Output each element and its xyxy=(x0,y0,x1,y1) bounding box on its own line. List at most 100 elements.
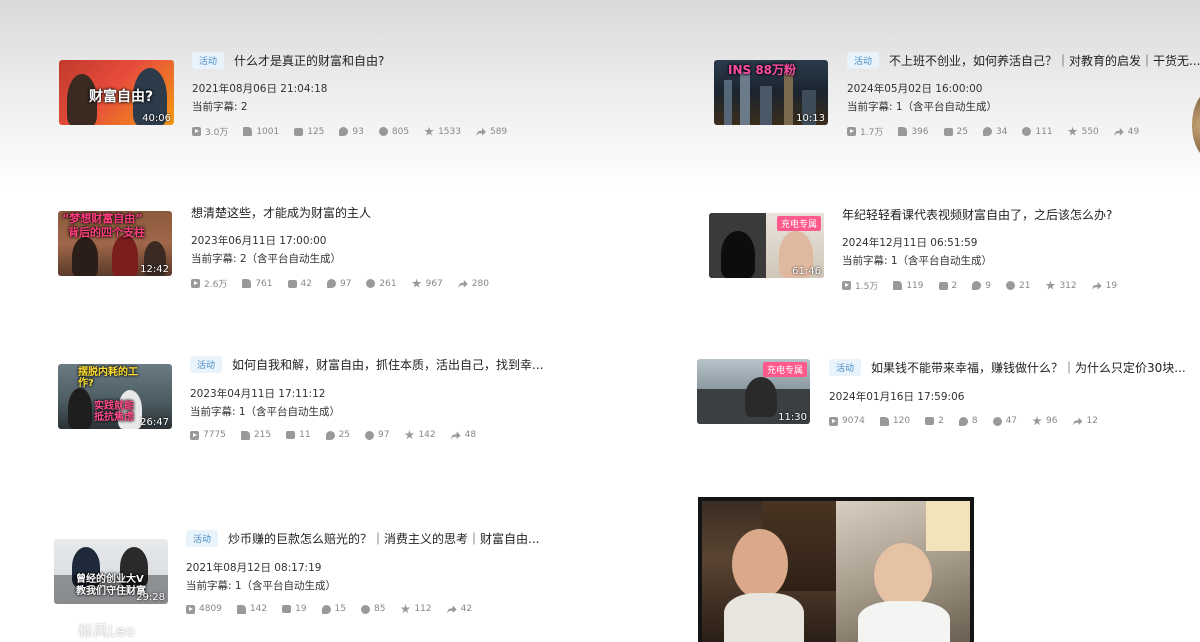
video-thumbnail[interactable]: 摆脱内耗的工作? 实践就能 抵抗焦虑 26:47 xyxy=(58,364,172,429)
danmaku-stat: 19 xyxy=(282,604,307,614)
video-call-overlay[interactable] xyxy=(698,497,974,642)
favorites-stat: 312 xyxy=(1045,280,1077,291)
video-title[interactable]: 什么才是真正的财富和自由? xyxy=(234,52,384,69)
share-icon xyxy=(446,605,457,614)
publish-date: 2023年06月11日 17:00:00 xyxy=(191,235,327,247)
views-stat: 9074 xyxy=(829,416,865,426)
shares-stat: 49 xyxy=(1113,127,1139,137)
favorite-icon xyxy=(1067,126,1078,136)
subtitle-count: 当前字幕: 2 xyxy=(192,101,248,113)
activity-tag: 活动 xyxy=(847,52,880,69)
coin-icon xyxy=(378,127,388,136)
favorite-icon xyxy=(404,430,415,440)
danmaku-icon xyxy=(286,431,296,439)
play-count-icon xyxy=(829,416,838,426)
danmaku-stat: 2 xyxy=(938,281,957,291)
charge-exclusive-badge: 充电专属 xyxy=(776,216,821,231)
comment-icon xyxy=(958,416,968,426)
views-stat: 3.0万 xyxy=(192,125,228,138)
views-stat: 1.7万 xyxy=(847,125,883,138)
comments-stat: 8 xyxy=(958,416,978,426)
video-title[interactable]: 年纪轻轻看课代表视频财富自由了，之后该怎么办? xyxy=(842,206,1112,223)
favorite-icon xyxy=(411,278,422,288)
video-thumbnail[interactable]: 充电专属 61:46 xyxy=(709,213,824,278)
video-thumbnail[interactable]: 财富自由? 40:06 xyxy=(59,60,174,125)
coins-stat: 85 xyxy=(361,604,385,614)
video-duration: 10:13 xyxy=(796,113,825,124)
activity-tag: 活动 xyxy=(186,530,219,547)
publish-date: 2024年01月16日 17:59:06 xyxy=(829,391,965,403)
video-duration: 12:42 xyxy=(140,264,169,275)
activity-tag: 活动 xyxy=(829,359,862,376)
video-title[interactable]: 如何自我和解，财富自由，抓住本质，活出自己，找到幸... xyxy=(232,356,543,373)
coins-stat: 21 xyxy=(1005,281,1030,291)
likes-stat: 1001 xyxy=(243,127,279,137)
coin-icon xyxy=(366,279,376,288)
coin-icon xyxy=(992,416,1002,426)
subtitle-count: 当前字幕: 1（含平台自动生成） xyxy=(190,406,341,418)
play-count-icon xyxy=(847,127,856,136)
coin-icon xyxy=(1005,281,1015,290)
favorites-stat: 1533 xyxy=(424,126,461,137)
shares-stat: 12 xyxy=(1072,416,1098,426)
participant-left xyxy=(732,529,788,599)
danmaku-icon xyxy=(943,127,953,136)
share-icon xyxy=(1113,127,1124,136)
likes-stat: 761 xyxy=(242,279,273,289)
share-icon xyxy=(450,431,461,440)
video-thumbnail[interactable]: 曾经的创业大V 教我们守住财富 29:28 xyxy=(54,539,168,604)
likes-stat: 396 xyxy=(898,127,929,137)
danmaku-stat: 2 xyxy=(925,416,944,426)
danmaku-stat: 125 xyxy=(294,127,324,137)
favorites-stat: 142 xyxy=(404,430,436,440)
shares-stat: 589 xyxy=(475,127,507,137)
danmaku-icon xyxy=(287,279,297,288)
share-icon xyxy=(1091,281,1102,290)
thumbnail-caption: INS 88万粉 xyxy=(728,63,797,77)
shares-stat: 42 xyxy=(446,604,472,614)
favorite-icon xyxy=(424,126,434,136)
coin-icon xyxy=(365,430,374,440)
video-thumbnail[interactable]: “梦想财富自由” 背后的四个支柱 12:42 xyxy=(58,211,172,276)
comment-icon xyxy=(339,127,349,136)
video-call-pane-right xyxy=(836,501,970,642)
activity-tag: 活动 xyxy=(192,52,225,69)
subtitle-count: 当前字幕: 2（含平台自动生成） xyxy=(191,253,342,265)
play-count-icon xyxy=(842,281,851,290)
video-title[interactable]: 想清楚这些，才能成为财富的主人 xyxy=(191,204,371,221)
favorite-icon xyxy=(400,604,411,614)
shares-stat: 19 xyxy=(1091,281,1117,291)
thumbnail-caption: “梦想财富自由” xyxy=(62,212,143,225)
likes-stat: 119 xyxy=(893,281,924,291)
publish-date: 2024年12月11日 06:51:59 xyxy=(842,237,978,249)
coins-stat: 805 xyxy=(378,127,409,137)
publish-date: 2021年08月06日 21:04:18 xyxy=(192,83,328,95)
video-thumbnail[interactable]: 充电专属 11:30 xyxy=(697,359,810,424)
watermark: 标风Leo xyxy=(78,622,135,640)
comment-icon xyxy=(326,279,336,288)
coins-stat: 111 xyxy=(1022,127,1053,137)
thumbnail-caption: 摆脱内耗的工作? xyxy=(78,367,138,389)
video-duration: 11:30 xyxy=(778,412,807,423)
share-icon xyxy=(475,127,486,136)
danmaku-icon xyxy=(938,281,948,290)
video-title[interactable]: 不上班不创业，如何养活自己？｜对教育的启发｜干货无... xyxy=(889,52,1200,69)
comment-icon xyxy=(325,430,335,440)
comment-icon xyxy=(321,604,331,614)
thumbnail-caption: 曾经的创业大V xyxy=(76,574,144,585)
publish-date: 2021年08月12日 08:17:19 xyxy=(186,562,322,574)
subtitle-count: 当前字幕: 1（含平台自动生成） xyxy=(842,255,993,267)
charge-exclusive-badge: 充电专属 xyxy=(762,362,807,377)
video-title[interactable]: 如果钱不能带来幸福，赚钱做什么？｜为什么只定价30块... xyxy=(871,359,1186,376)
video-duration: 61:46 xyxy=(792,266,821,277)
share-icon xyxy=(1072,417,1083,426)
danmaku-stat: 11 xyxy=(286,430,311,440)
play-count-icon xyxy=(186,604,195,614)
video-duration: 40:06 xyxy=(142,113,171,124)
video-title[interactable]: 炒币赚的巨款怎么赔光的？｜消费主义的思考｜财富自由... xyxy=(228,530,539,547)
video-thumbnail[interactable]: INS 88万粉 10:13 xyxy=(714,60,828,125)
likes-stat: 120 xyxy=(879,416,910,426)
coins-stat: 97 xyxy=(365,430,389,440)
shares-stat: 280 xyxy=(457,279,489,289)
like-icon xyxy=(236,604,246,614)
